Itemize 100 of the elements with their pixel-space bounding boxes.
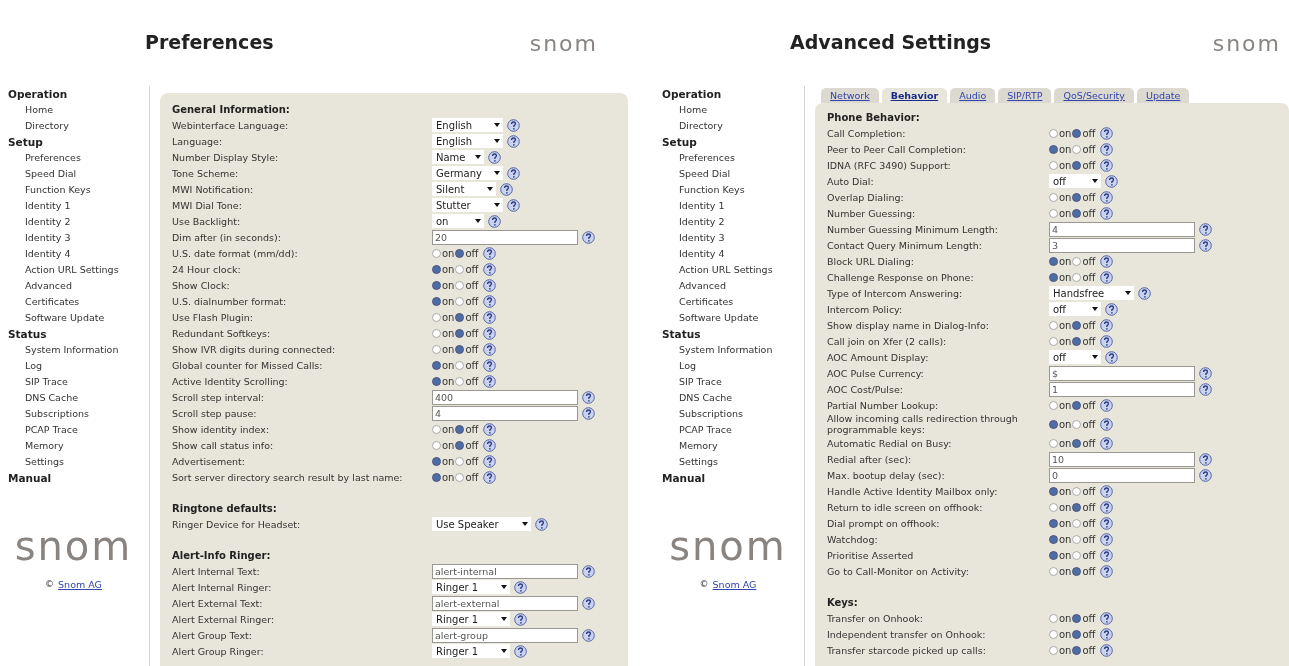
company-link[interactable]: Snom AG [712, 578, 757, 593]
radio-button[interactable] [432, 440, 441, 450]
sidebar-item[interactable]: Identity 2 [8, 214, 149, 230]
radio-button[interactable] [1072, 128, 1082, 138]
radio-button[interactable] [1049, 419, 1058, 429]
dropdown[interactable]: off [1049, 302, 1101, 316]
help-icon[interactable] [483, 278, 497, 292]
help-icon[interactable] [1100, 532, 1114, 546]
help-icon[interactable] [1199, 452, 1212, 466]
help-icon[interactable] [1100, 398, 1114, 412]
tab[interactable]: Network [821, 88, 879, 103]
help-icon[interactable] [582, 230, 595, 244]
radio-button[interactable] [432, 376, 441, 386]
sidebar-item[interactable]: Speed Dial [8, 166, 149, 182]
help-icon[interactable] [1100, 206, 1114, 220]
radio-button[interactable] [455, 424, 465, 434]
sidebar-item[interactable]: Identity 1 [662, 198, 804, 214]
help-icon[interactable] [488, 214, 501, 228]
tab[interactable]: Behavior [881, 88, 948, 103]
text-field[interactable]: alert-group [432, 627, 578, 643]
radio-button[interactable] [1049, 128, 1058, 138]
sidebar-item[interactable]: Log [662, 358, 804, 374]
help-icon[interactable] [483, 326, 497, 340]
radio-button[interactable] [455, 296, 465, 306]
radio-button[interactable] [1072, 550, 1082, 560]
help-icon[interactable] [483, 342, 497, 356]
help-icon[interactable] [1100, 564, 1114, 578]
sidebar-item[interactable]: Identity 3 [8, 230, 149, 246]
help-icon[interactable] [1100, 484, 1114, 498]
help-icon[interactable] [1105, 302, 1118, 316]
dropdown[interactable]: English [432, 118, 503, 132]
dropdown[interactable]: Stutter [432, 198, 503, 212]
radio-button[interactable] [1072, 192, 1082, 202]
sidebar-item[interactable]: Action URL Settings [8, 262, 149, 278]
radio-button[interactable] [455, 360, 465, 370]
text-field[interactable]: alert-external [432, 595, 578, 611]
sidebar-item[interactable]: PCAP Trace [8, 422, 149, 438]
sidebar-item[interactable]: Subscriptions [662, 406, 804, 422]
sidebar-item[interactable]: Settings [8, 454, 149, 470]
sidebar-item[interactable]: SIP Trace [8, 374, 149, 390]
sidebar-item[interactable]: Speed Dial [662, 166, 804, 182]
sidebar-item[interactable]: Identity 4 [662, 246, 804, 262]
text-field[interactable]: 10 [1049, 451, 1195, 467]
help-icon[interactable] [488, 150, 501, 164]
help-icon[interactable] [1138, 286, 1151, 300]
sidebar-item[interactable]: Action URL Settings [662, 262, 804, 278]
radio-button[interactable] [1049, 336, 1058, 346]
sidebar-item[interactable]: Home [662, 102, 804, 118]
help-icon[interactable] [507, 166, 520, 180]
radio-button[interactable] [1049, 645, 1058, 655]
radio-button[interactable] [455, 472, 465, 482]
sidebar-item[interactable]: Identity 4 [8, 246, 149, 262]
help-icon[interactable] [500, 182, 513, 196]
help-icon[interactable] [582, 390, 595, 404]
radio-button[interactable] [1049, 160, 1058, 170]
help-icon[interactable] [582, 596, 595, 610]
radio-button[interactable] [1049, 486, 1058, 496]
radio-button[interactable] [1049, 192, 1058, 202]
radio-button[interactable] [1049, 144, 1058, 154]
dropdown[interactable]: Use Speaker [432, 517, 531, 531]
radio-button[interactable] [1072, 336, 1082, 346]
help-icon[interactable] [1100, 334, 1114, 348]
radio-button[interactable] [1072, 566, 1082, 576]
help-icon[interactable] [1100, 611, 1114, 625]
sidebar-item[interactable]: Subscriptions [8, 406, 149, 422]
radio-button[interactable] [1072, 502, 1082, 512]
help-icon[interactable] [514, 612, 527, 626]
radio-button[interactable] [1072, 438, 1082, 448]
company-link[interactable]: Snom AG [58, 578, 102, 593]
text-field[interactable]: 4 [1049, 221, 1195, 237]
help-icon[interactable] [1100, 190, 1114, 204]
help-icon[interactable] [483, 246, 497, 260]
radio-button[interactable] [1072, 419, 1082, 429]
help-icon[interactable] [1100, 516, 1114, 530]
text-field[interactable]: 400 [432, 389, 578, 405]
help-icon[interactable] [1199, 238, 1212, 252]
help-icon[interactable] [535, 517, 548, 531]
radio-button[interactable] [1049, 400, 1058, 410]
help-icon[interactable] [1100, 500, 1114, 514]
dropdown[interactable]: Handsfree [1049, 286, 1134, 300]
help-icon[interactable] [1100, 318, 1114, 332]
sidebar-item[interactable]: Memory [8, 438, 149, 454]
radio-button[interactable] [455, 328, 465, 338]
text-field[interactable]: $ [1049, 365, 1195, 381]
sidebar-item[interactable]: Preferences [8, 150, 149, 166]
radio-button[interactable] [1072, 613, 1082, 623]
sidebar-item[interactable]: Certificates [662, 294, 804, 310]
dropdown[interactable]: Ringer 1 [432, 644, 510, 658]
radio-button[interactable] [455, 248, 465, 258]
radio-button[interactable] [1049, 566, 1058, 576]
sidebar-item[interactable]: Function Keys [662, 182, 804, 198]
help-icon[interactable] [1199, 366, 1212, 380]
dropdown[interactable]: Ringer 1 [432, 612, 510, 626]
radio-button[interactable] [432, 264, 441, 274]
radio-button[interactable] [1072, 629, 1082, 639]
dropdown[interactable]: off [1049, 174, 1101, 188]
sidebar-item[interactable]: Advanced [8, 278, 149, 294]
text-field[interactable]: 4 [432, 405, 578, 421]
help-icon[interactable] [483, 358, 497, 372]
text-field[interactable]: 3 [1049, 237, 1195, 253]
